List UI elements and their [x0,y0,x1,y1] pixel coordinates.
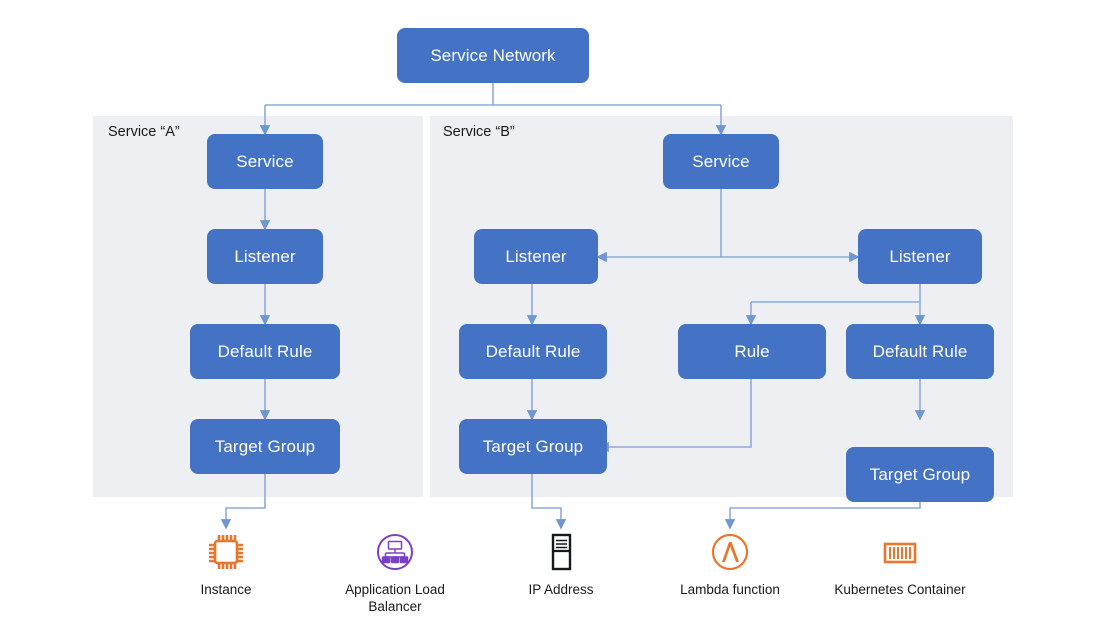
node-a-default-rule[interactable]: Default Rule [190,324,340,379]
legend-item-ip-address: IP Address [486,530,636,599]
node-b-listener-right[interactable]: Listener [858,229,982,284]
group-label-service-b: Service “B” [443,124,515,140]
node-a-service[interactable]: Service [207,134,323,189]
node-b-rule[interactable]: Rule [678,324,826,379]
node-b-default-rule-left[interactable]: Default Rule [459,324,607,379]
lambda-function-icon [708,530,752,574]
legend-label-ip-address: IP Address [528,582,594,597]
legend-item-application-load-balancer: Application Load Balancer [320,530,470,616]
ip-address-server-icon [539,530,583,574]
application-load-balancer-icon [373,530,417,574]
node-b-target-group-right[interactable]: Target Group [846,447,994,502]
legend-item-lambda-function: Lambda function [655,530,805,599]
node-b-default-rule-right[interactable]: Default Rule [846,324,994,379]
kubernetes-container-icon [878,530,922,574]
node-a-listener[interactable]: Listener [207,229,323,284]
legend-label-application-load-balancer: Application Load Balancer [345,582,445,614]
legend-label-instance: Instance [200,582,252,597]
legend-label-kubernetes-container: Kubernetes Container [834,582,966,597]
legend-item-kubernetes-container: Kubernetes Container [825,530,975,599]
legend-label-lambda-function: Lambda function [680,582,780,597]
legend-item-instance: Instance [151,530,301,599]
node-b-target-group-left[interactable]: Target Group [459,419,607,474]
node-b-listener-left[interactable]: Listener [474,229,598,284]
group-label-service-a: Service “A” [108,124,180,140]
diagram-canvas: Service “A” Service “B” Service Network … [0,0,1120,630]
node-b-service[interactable]: Service [663,134,779,189]
instance-chip-icon [204,530,248,574]
node-a-target-group[interactable]: Target Group [190,419,340,474]
node-service-network-box[interactable]: Service Network [397,28,589,83]
